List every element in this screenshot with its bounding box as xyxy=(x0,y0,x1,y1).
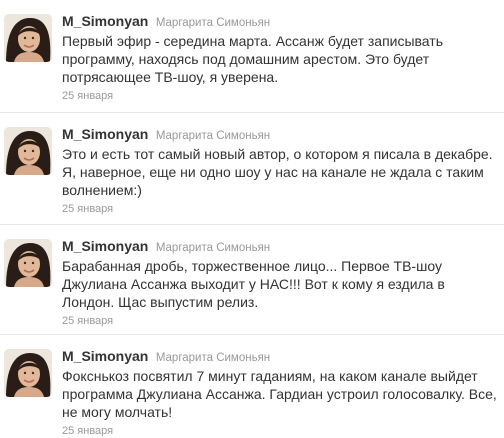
tweet-header: M_Simonyan Маргарита Симоньян xyxy=(62,347,498,365)
tweet-content: M_Simonyan Маргарита Симоньян Это и есть… xyxy=(62,125,498,216)
tweet-text: Первый эфир - середина марта. Ассанж буд… xyxy=(62,33,443,85)
screen-name-link[interactable]: M_Simonyan xyxy=(62,238,148,254)
avatar[interactable] xyxy=(4,14,52,62)
tweet-item[interactable]: M_Simonyan Маргарита Симоньян Фокснькоз … xyxy=(0,335,504,437)
screen-name-link[interactable]: M_Simonyan xyxy=(62,126,148,142)
tweet-text: Барабанная дробь, торжественное лицо... … xyxy=(62,258,445,310)
screen-name-link[interactable]: M_Simonyan xyxy=(62,348,148,364)
tweet-timestamp[interactable]: 25 января xyxy=(62,314,498,328)
tweet-item[interactable]: M_Simonyan Маргарита Симоньян Первый эфи… xyxy=(0,0,504,113)
tweet-header: M_Simonyan Маргарита Симоньян xyxy=(62,12,498,30)
tweet-header: M_Simonyan Маргарита Симоньян xyxy=(62,125,498,143)
tweet-content: M_Simonyan Маргарита Симоньян Фокснькоз … xyxy=(62,347,498,438)
tweet-text: Фокснькоз посвятил 7 минут гаданиям, на … xyxy=(62,368,497,420)
tweet-timestamp[interactable]: 25 января xyxy=(62,89,498,103)
tweet-content: M_Simonyan Маргарита Симоньян Первый эфи… xyxy=(62,12,498,103)
avatar[interactable] xyxy=(4,349,52,397)
tweet-timeline: M_Simonyan Маргарита Симоньян Первый эфи… xyxy=(0,0,504,437)
full-name-link[interactable]: Маргарита Симоньян xyxy=(156,242,270,254)
tweet-text: Это и есть тот самый новый автор, о кото… xyxy=(62,146,493,198)
full-name-link[interactable]: Маргарита Симоньян xyxy=(156,17,270,29)
full-name-link[interactable]: Маргарита Симоньян xyxy=(156,130,270,142)
tweet-item[interactable]: M_Simonyan Маргарита Симоньян Это и есть… xyxy=(0,113,504,225)
tweet-header: M_Simonyan Маргарита Симоньян xyxy=(62,237,498,255)
avatar[interactable] xyxy=(4,239,52,287)
avatar[interactable] xyxy=(4,127,52,175)
tweet-timestamp[interactable]: 25 января xyxy=(62,202,498,216)
tweet-item[interactable]: M_Simonyan Маргарита Симоньян Барабанная… xyxy=(0,225,504,335)
screen-name-link[interactable]: M_Simonyan xyxy=(62,13,148,29)
full-name-link[interactable]: Маргарита Симоньян xyxy=(156,352,270,364)
tweet-timestamp[interactable]: 25 января xyxy=(62,424,498,438)
tweet-content: M_Simonyan Маргарита Симоньян Барабанная… xyxy=(62,237,498,328)
